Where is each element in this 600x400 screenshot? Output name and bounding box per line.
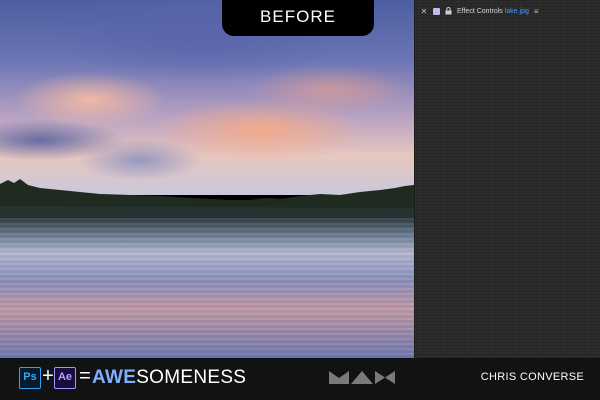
before-label: BEFORE bbox=[222, 0, 374, 36]
author-name: CHRIS CONVERSE bbox=[480, 371, 584, 383]
lake-photo bbox=[0, 0, 414, 358]
equals-sign: = bbox=[79, 365, 91, 387]
footer-bar: Ps + Ae = AWESOMENESS CHRIS CONVERSE bbox=[0, 358, 600, 400]
tagline-awe: AWE bbox=[92, 367, 137, 388]
file-name[interactable]: lake.jpg bbox=[505, 8, 529, 15]
max-logo bbox=[329, 371, 395, 384]
after-effects-icon: Ae bbox=[54, 367, 76, 389]
effect-controls-panel: ✕ Effect Controls lake.jpg ≡ bbox=[414, 0, 600, 358]
treeline bbox=[0, 179, 414, 221]
panel-title-prefix: Effect Controls bbox=[457, 7, 503, 15]
panel-menu-icon[interactable]: ≡ bbox=[534, 7, 539, 16]
water-ripples bbox=[0, 218, 414, 358]
tagline-someness: SOMENESS bbox=[136, 367, 247, 388]
close-icon[interactable]: ✕ bbox=[420, 7, 428, 16]
awesomeness-tagline: AWESOMENESS bbox=[92, 367, 246, 389]
panel-header: ✕ Effect Controls lake.jpg ≡ bbox=[415, 0, 600, 22]
plus-sign: + bbox=[42, 365, 54, 387]
lock-icon[interactable] bbox=[445, 7, 452, 15]
panel-icon bbox=[433, 7, 440, 15]
panel-title[interactable]: Effect Controls lake.jpg bbox=[457, 8, 529, 15]
photoshop-icon: Ps bbox=[19, 367, 41, 389]
